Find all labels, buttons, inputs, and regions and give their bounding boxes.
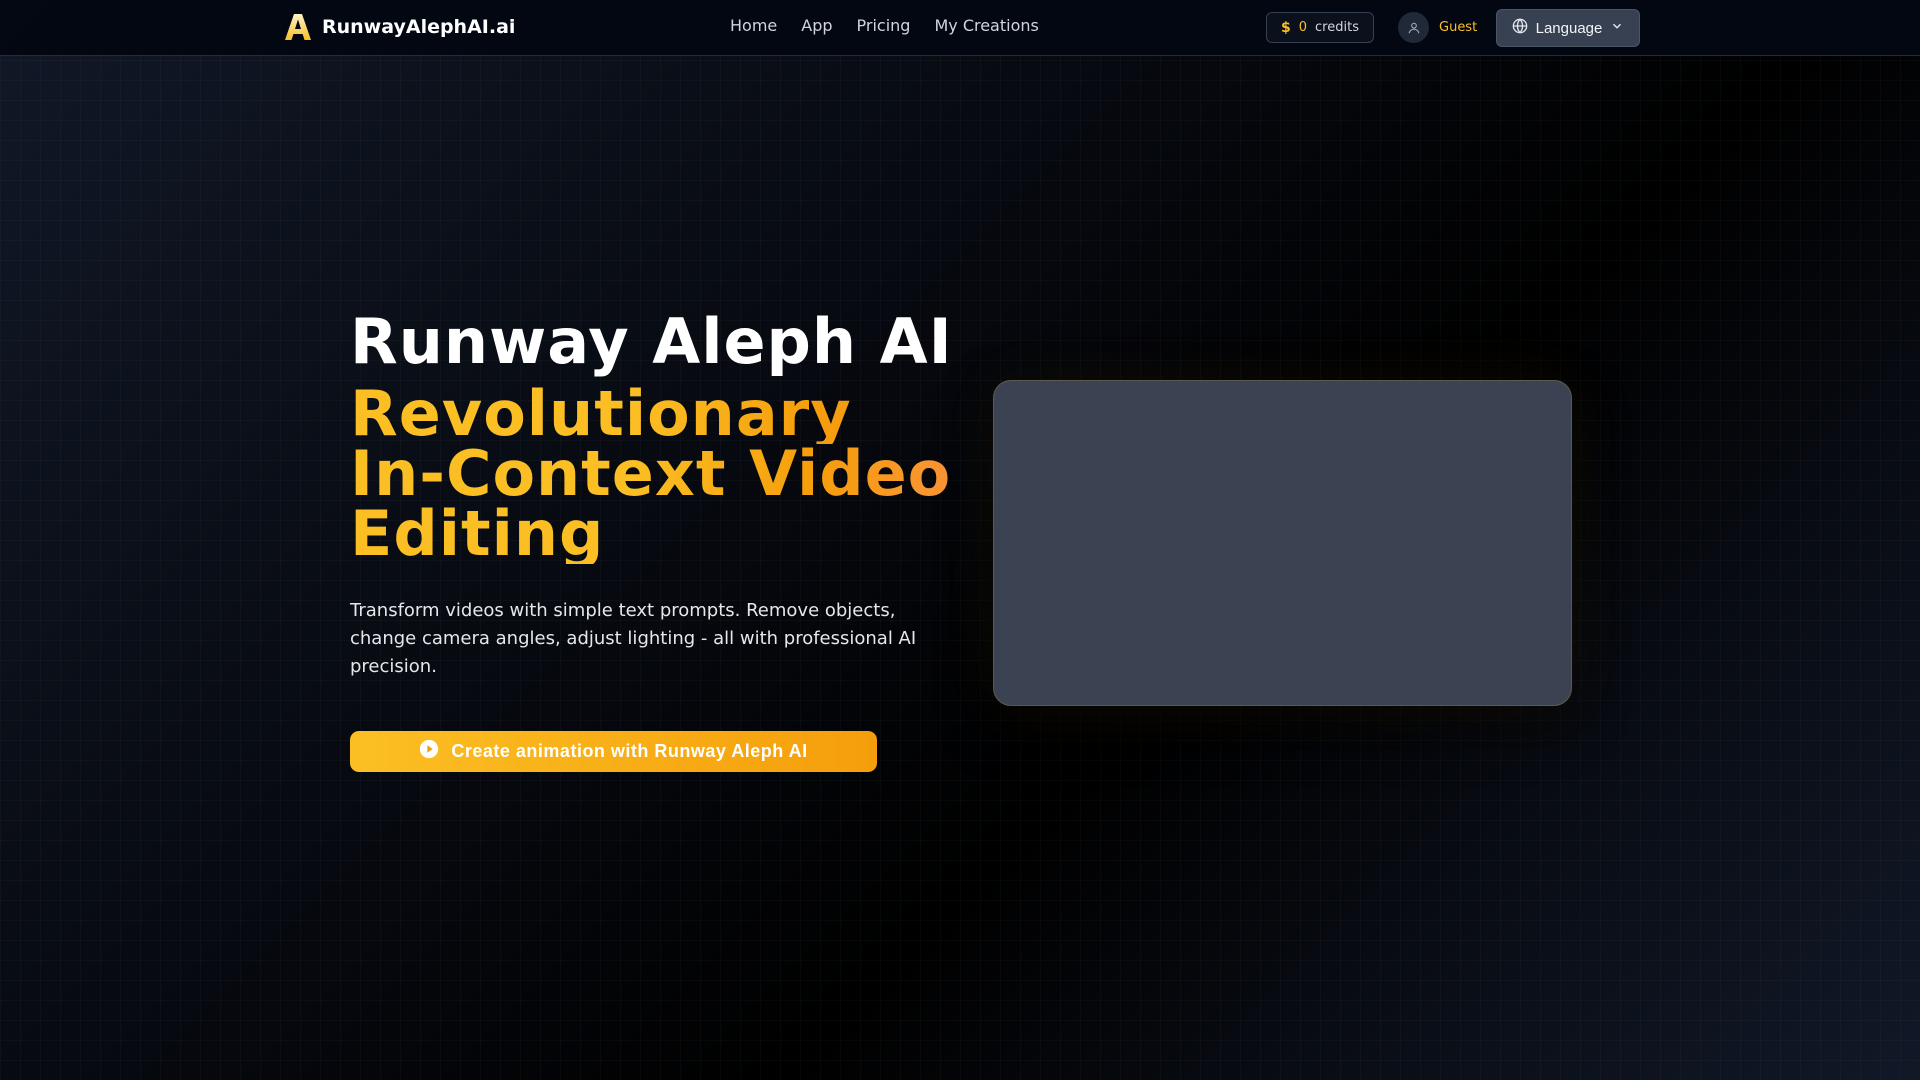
logo-text: RunwayAlephAI.ai <box>322 16 516 38</box>
nav-my-creations[interactable]: My Creations <box>934 16 1038 35</box>
nav-pricing[interactable]: Pricing <box>857 16 911 35</box>
top-navbar: RunwayAlephAI.ai Home App Pricing My Cre… <box>0 0 1920 56</box>
create-animation-button[interactable]: Create animation with Runway Aleph AI <box>350 731 877 772</box>
hero-subtitle-line-2: In-Context Video <box>350 443 970 505</box>
language-selector[interactable]: Language <box>1496 9 1640 47</box>
hero-subtitle: Revolutionary In-Context Video Editing <box>350 383 970 565</box>
user-name: Guest <box>1439 20 1478 35</box>
user-icon <box>1398 12 1429 43</box>
main-nav: Home App Pricing My Creations <box>730 16 1039 35</box>
chevron-down-icon <box>1610 19 1624 37</box>
nav-home[interactable]: Home <box>730 16 777 35</box>
credits-badge[interactable]: $ 0 credits <box>1266 12 1374 43</box>
dollar-icon: $ <box>1281 19 1291 36</box>
hero-subtitle-line-3: Editing <box>350 503 970 565</box>
nav-app[interactable]: App <box>801 16 832 35</box>
video-preview-placeholder[interactable] <box>993 380 1572 706</box>
language-label: Language <box>1535 19 1603 37</box>
create-animation-label: Create animation with Runway Aleph AI <box>451 741 808 761</box>
hero-title: Runway Aleph AI <box>350 305 953 378</box>
logo-link[interactable]: RunwayAlephAI.ai <box>284 12 515 42</box>
credits-count: 0 <box>1298 20 1308 35</box>
hero-description: Transform videos with simple text prompt… <box>350 600 917 677</box>
user-menu[interactable]: Guest <box>1398 12 1477 43</box>
hero-subtitle-line-1: Revolutionary <box>350 383 970 445</box>
play-circle-icon <box>419 739 439 764</box>
logo-icon <box>284 12 312 42</box>
globe-icon <box>1512 18 1528 38</box>
credits-label: credits <box>1315 20 1359 35</box>
